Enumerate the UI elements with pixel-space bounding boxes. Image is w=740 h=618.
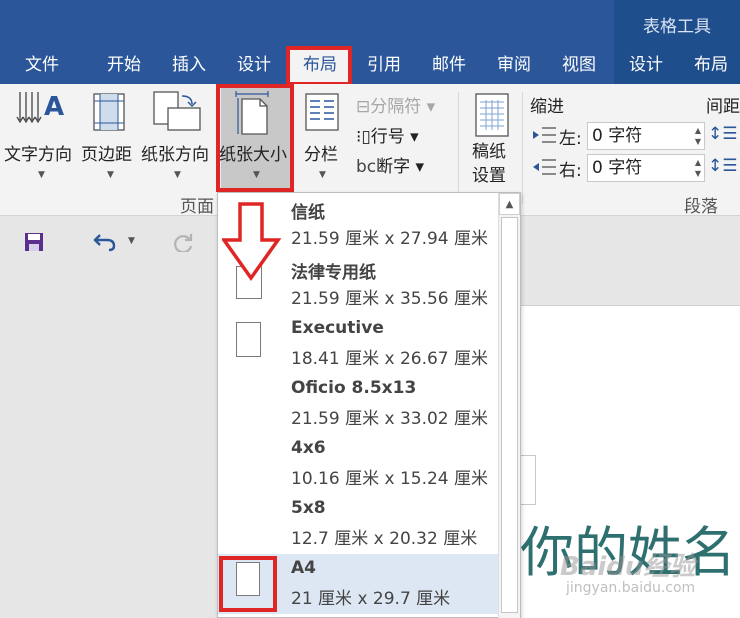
line-numbers-icon: ⁝▯ (356, 127, 371, 147)
paper-size-item[interactable]: 4x6 10.16 厘米 x 15.24 厘米 (218, 434, 498, 494)
spacing-before-icon[interactable]: ↕☰ (708, 124, 737, 144)
text-direction-caret[interactable]: ▼ (38, 170, 45, 180)
tab-insert[interactable]: 插入 (157, 50, 221, 84)
paper-size-dims: 18.41 厘米 x 26.67 厘米 (291, 349, 489, 369)
paper-size-dims: 21.59 厘米 x 33.02 厘米 (291, 409, 489, 429)
ribbon-separator-2 (522, 92, 523, 204)
paper-size-name: Oficio 8.5x13 (291, 378, 417, 398)
down-arrow-annotation-icon (222, 202, 282, 282)
tab-table-design[interactable]: 设计 (614, 50, 678, 84)
paper-size-dims: 12.7 厘米 x 20.32 厘米 (291, 529, 478, 549)
undo-icon[interactable] (92, 230, 118, 252)
columns-icon (305, 93, 339, 131)
text-direction-button[interactable]: 文字方向 (4, 140, 72, 165)
paper-size-dims: 21.59 厘米 x 27.94 厘米 (291, 229, 489, 249)
paper-size-item-a4[interactable]: A4 21 厘米 x 29.7 厘米 (218, 554, 498, 614)
margins-caret[interactable]: ▼ (107, 170, 114, 180)
draft-setup-button[interactable]: 稿纸 设置 (472, 140, 506, 188)
margins-icon (93, 93, 125, 131)
paper-size-dims: 10.16 厘米 x 15.24 厘米 (291, 469, 489, 489)
paragraph-group-label: 段落 (684, 197, 718, 217)
paper-size-name: 信纸 (291, 203, 325, 223)
indent-right-field[interactable]: 0 字符 ▲ ▼ (587, 154, 705, 182)
word-window: 表格工具 文件 开始 插入 设计 布局 引用 邮件 审阅 视图 设计 布局 A … (0, 0, 740, 618)
indent-left-icon (533, 127, 556, 143)
scroll-up-icon[interactable]: ▲ (499, 193, 520, 215)
paper-size-icon (235, 91, 269, 135)
hyphenation-icon: bc (356, 157, 377, 177)
line-numbers-button[interactable]: ⁝▯行号 ▾ (356, 122, 419, 147)
size-caret[interactable]: ▼ (253, 170, 260, 180)
save-icon[interactable] (24, 232, 44, 252)
tab-design[interactable]: 设计 (222, 50, 286, 84)
breaks-icon: ⊟ (356, 97, 371, 117)
paper-size-item[interactable]: Oficio 8.5x13 21.59 厘米 x 33.02 厘米 (218, 374, 498, 434)
indent-left-field[interactable]: 0 字符 ▲ ▼ (587, 122, 705, 150)
size-button[interactable]: 纸张大小 (219, 140, 287, 165)
paper-size-name: A4 (291, 558, 316, 578)
orientation-button[interactable]: 纸张方向 (141, 140, 209, 165)
orientation-caret[interactable]: ▼ (174, 170, 181, 180)
paper-size-name: 4x6 (291, 438, 326, 458)
columns-caret[interactable]: ▼ (319, 170, 326, 180)
watermark-brand: Baidu经验 (560, 552, 696, 582)
columns-button[interactable]: 分栏 (304, 140, 338, 165)
tab-layout[interactable]: 布局 (290, 50, 350, 84)
orientation-icon (153, 91, 201, 131)
breaks-button[interactable]: ⊟分隔符 ▾ (356, 92, 435, 117)
paper-size-dims: 21 厘米 x 29.7 厘米 (291, 589, 451, 609)
indent-left-label: 左: (559, 129, 582, 149)
watermark-url: jingyan.baidu.com (566, 580, 696, 596)
text-direction-icon: A (16, 92, 64, 124)
hyphenation-button[interactable]: bc断字 ▾ (356, 152, 424, 177)
paper-size-item[interactable]: 5x8 12.7 厘米 x 20.32 厘米 (218, 494, 498, 554)
paper-page-icon (236, 322, 261, 357)
paper-size-name: 法律专用纸 (291, 263, 376, 283)
spin-arrows-icon[interactable]: ▲ ▼ (695, 125, 701, 147)
indent-title: 缩进 (530, 97, 564, 117)
tab-file[interactable]: 文件 (10, 50, 74, 84)
spacing-title: 间距 (706, 97, 740, 117)
paper-page-icon (236, 562, 260, 596)
paper-size-dims: 21.59 厘米 x 35.56 厘米 (291, 289, 489, 309)
table-tools-title: 表格工具 (643, 17, 711, 37)
indent-right-label: 右: (559, 161, 582, 181)
tab-home[interactable]: 开始 (92, 50, 156, 84)
spacing-after-icon[interactable]: ↕☰ (708, 156, 737, 176)
tab-references[interactable]: 引用 (352, 50, 416, 84)
paper-size-name: Executive (291, 318, 384, 338)
page-setup-group-label: 页面 (180, 197, 214, 217)
dropdown-scrollbar[interactable]: ▲ (498, 193, 520, 618)
tab-table-layout[interactable]: 布局 (679, 50, 740, 84)
paper-size-name: 5x8 (291, 498, 326, 518)
undo-dropdown-icon[interactable]: ▼ (128, 236, 135, 246)
tab-review[interactable]: 审阅 (482, 50, 546, 84)
tab-view[interactable]: 视图 (547, 50, 611, 84)
ribbon-separator (458, 92, 459, 204)
svg-text:A: A (44, 92, 64, 122)
spin-arrows-icon[interactable]: ▲ ▼ (695, 157, 701, 179)
indent-right-icon (533, 159, 556, 175)
margins-button[interactable]: 页边距 (81, 140, 132, 165)
tab-mailings[interactable]: 邮件 (417, 50, 481, 84)
scroll-thumb[interactable] (501, 217, 518, 613)
redo-icon[interactable] (172, 230, 196, 252)
draft-paper-icon (475, 93, 509, 137)
paper-size-item[interactable]: Executive 18.41 厘米 x 26.67 厘米 (218, 314, 498, 374)
